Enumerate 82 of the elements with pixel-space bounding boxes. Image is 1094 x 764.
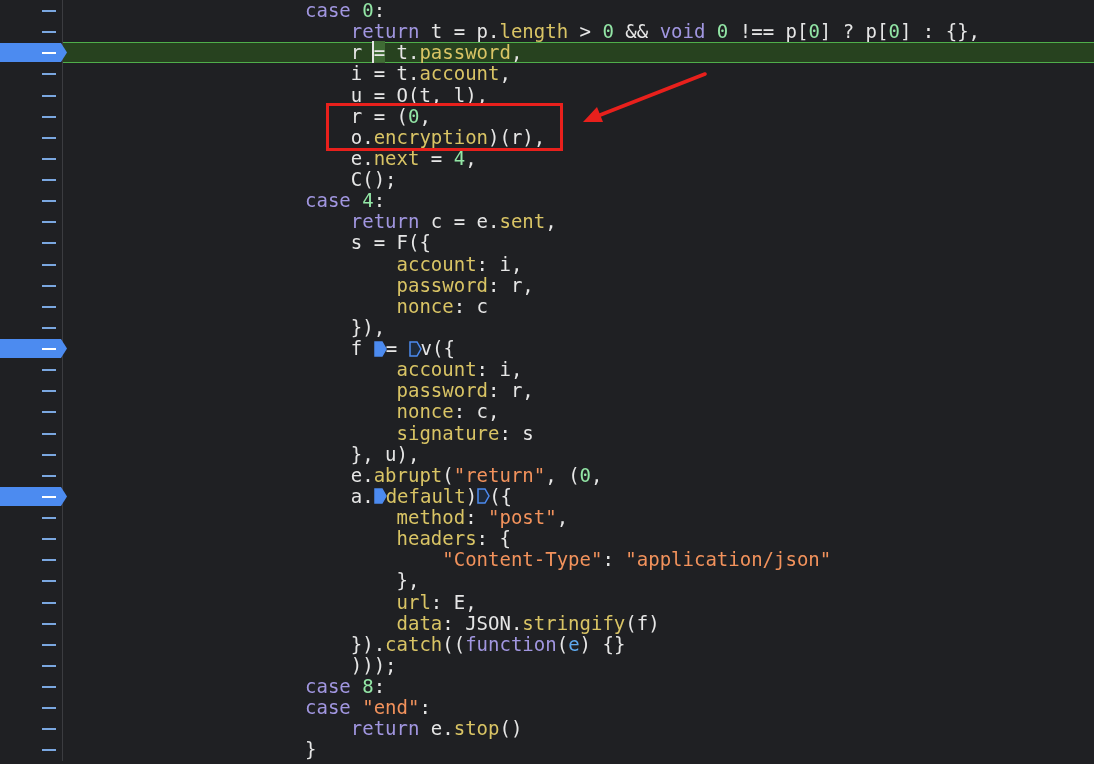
line-marker-icon[interactable] bbox=[42, 707, 56, 710]
code-text: }, bbox=[395, 570, 420, 592]
code-text: account: i, bbox=[395, 253, 523, 275]
line-marker-icon[interactable] bbox=[42, 326, 56, 329]
code-text: = bbox=[385, 338, 399, 360]
code-text: f bbox=[349, 338, 363, 360]
line-marker-icon[interactable] bbox=[42, 643, 56, 646]
code-text: }, u), bbox=[349, 443, 420, 465]
code-text: a. bbox=[349, 485, 374, 507]
line-marker-icon[interactable] bbox=[42, 263, 56, 266]
code-text: s = F({ bbox=[349, 232, 431, 254]
code-text: default) bbox=[385, 485, 478, 507]
line-marker-icon[interactable] bbox=[42, 115, 56, 118]
line-marker-icon[interactable] bbox=[42, 474, 56, 477]
code-text: data: JSON.stringify(f) bbox=[395, 612, 660, 634]
code-text: case 8: bbox=[305, 676, 386, 698]
code-text: return e.stop() bbox=[349, 718, 523, 740]
code-text: return t = p.length > 0 && void 0 !== p[0] ? p[0] : {}, bbox=[349, 21, 980, 43]
breakpoint-marker[interactable] bbox=[0, 43, 68, 63]
code-text: case 4: bbox=[305, 190, 386, 212]
code-text: password: r, bbox=[395, 274, 534, 296]
code-text: ({ bbox=[489, 485, 513, 507]
code-text: C(); bbox=[349, 169, 397, 191]
line-marker-icon[interactable] bbox=[42, 559, 56, 562]
code-text: case "end": bbox=[305, 697, 431, 719]
code-text: ))); bbox=[349, 654, 397, 676]
code-text: e.next = 4, bbox=[349, 147, 477, 169]
code-text: }), bbox=[349, 316, 386, 338]
breakpoint-marker[interactable] bbox=[0, 339, 68, 358]
line-marker-icon[interactable] bbox=[42, 580, 56, 583]
inline-breakpoint-icon[interactable] bbox=[373, 340, 387, 357]
line-marker-icon[interactable] bbox=[42, 390, 56, 393]
line-marker-icon[interactable] bbox=[42, 52, 56, 55]
code-text: method: "post", bbox=[395, 507, 569, 529]
line-marker-icon[interactable] bbox=[42, 538, 56, 541]
code-text: headers: { bbox=[395, 528, 511, 550]
code-text: r = t.password, bbox=[349, 42, 523, 64]
line-marker-icon[interactable] bbox=[42, 432, 56, 435]
code-text: }).catch((function(e) {} bbox=[349, 633, 626, 655]
line-marker-icon[interactable] bbox=[42, 179, 56, 181]
code-text: return c = e.sent, bbox=[349, 211, 557, 233]
line-marker-icon[interactable] bbox=[42, 411, 56, 414]
line-marker-icon[interactable] bbox=[42, 10, 56, 12]
line-marker-icon[interactable] bbox=[42, 31, 56, 34]
line-marker-icon[interactable] bbox=[42, 686, 56, 688]
line-marker-icon[interactable] bbox=[42, 369, 56, 372]
code-text: url: E, bbox=[395, 591, 477, 613]
line-marker-icon[interactable] bbox=[42, 136, 56, 139]
line-marker-icon[interactable] bbox=[42, 348, 56, 350]
code-text: "Content-Type": "application/json" bbox=[441, 549, 832, 571]
code-text: account: i, bbox=[395, 359, 523, 381]
code-text: e.abrupt("return", (0, bbox=[349, 464, 603, 486]
line-marker-icon[interactable] bbox=[42, 221, 56, 224]
line-marker-icon[interactable] bbox=[42, 601, 56, 604]
line-marker-icon[interactable] bbox=[42, 453, 56, 456]
line-marker-icon[interactable] bbox=[42, 622, 56, 625]
line-marker-icon[interactable] bbox=[42, 242, 56, 245]
code-text: i = t.account, bbox=[349, 63, 511, 85]
code-text: nonce: c bbox=[395, 295, 489, 317]
code-text: signature: s bbox=[395, 422, 534, 444]
code-text: r = (0, bbox=[349, 105, 431, 127]
line-marker-icon[interactable] bbox=[42, 664, 56, 667]
code-text: } bbox=[305, 739, 317, 761]
inline-breakpoint-icon[interactable] bbox=[477, 488, 491, 505]
inline-breakpoint-icon[interactable] bbox=[373, 488, 387, 505]
inline-breakpoint-icon[interactable] bbox=[408, 340, 422, 357]
line-marker-icon[interactable] bbox=[42, 305, 56, 308]
code-text: case 0: bbox=[305, 0, 386, 22]
line-marker-icon[interactable] bbox=[42, 517, 56, 519]
code-text: nonce: c, bbox=[395, 401, 500, 423]
code-text: o.encryption)(r), bbox=[349, 126, 546, 148]
line-marker-icon[interactable] bbox=[42, 728, 56, 731]
code-text: v({ bbox=[420, 338, 455, 360]
line-marker-icon[interactable] bbox=[42, 495, 56, 498]
line-marker-icon[interactable] bbox=[42, 94, 56, 97]
line-marker-icon[interactable] bbox=[42, 73, 56, 76]
line-marker-icon[interactable] bbox=[42, 749, 56, 752]
line-marker-icon[interactable] bbox=[42, 157, 56, 160]
code-text: password: r, bbox=[395, 380, 534, 402]
breakpoint-marker[interactable] bbox=[0, 486, 68, 506]
line-marker-icon[interactable] bbox=[42, 200, 56, 203]
line-marker-icon[interactable] bbox=[42, 284, 56, 287]
